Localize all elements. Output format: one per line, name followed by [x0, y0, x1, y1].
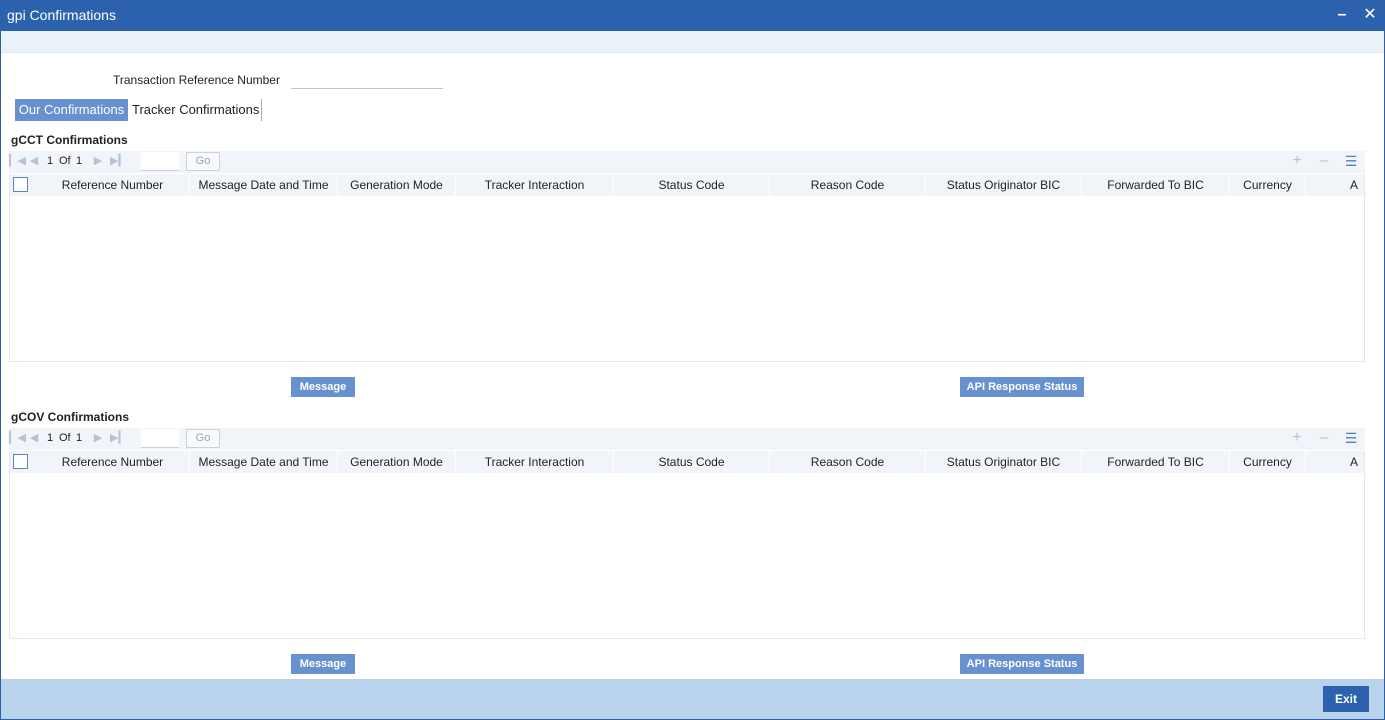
gcct-section-title: gCCT Confirmations [11, 133, 128, 147]
gcct-api-response-status-button[interactable]: API Response Status [960, 377, 1084, 397]
gcov-go-button[interactable]: Go [186, 429, 220, 448]
gcov-pager: ▎◀ ◀ 1 Of 1 ▶ ▶▎ Go + – ☰ [9, 428, 1365, 450]
list-view-icon[interactable]: ☰ [1343, 153, 1359, 170]
footer-bar [1, 679, 1384, 719]
gcov-of-label: Of [59, 432, 71, 444]
column-header[interactable]: Message Date and Time [190, 174, 338, 196]
tab-our-confirmations[interactable]: Our Confirmations [15, 99, 128, 121]
column-header[interactable]: Status Code [614, 174, 770, 196]
gcct-message-button[interactable]: Message [291, 377, 355, 397]
gcct-grid-header: Reference Number Message Date and Time G… [10, 174, 1364, 196]
column-header[interactable]: Status Originator BIC [926, 174, 1082, 196]
gcov-api-response-status-button[interactable]: API Response Status [960, 654, 1084, 674]
transaction-reference-input[interactable] [291, 69, 443, 89]
gcov-current-page: 1 [47, 432, 54, 444]
column-header[interactable]: Status Code [614, 451, 770, 473]
list-view-icon[interactable]: ☰ [1343, 430, 1359, 447]
gcov-message-button[interactable]: Message [291, 654, 355, 674]
column-header[interactable]: Tracker Interaction [456, 174, 614, 196]
first-page-icon[interactable]: ▎◀ [9, 154, 26, 167]
gcov-select-all-checkbox[interactable] [13, 454, 28, 469]
column-header[interactable]: Tracker Interaction [456, 451, 614, 473]
column-header[interactable]: Message Date and Time [190, 451, 338, 473]
gcov-section-title: gCOV Confirmations [11, 410, 130, 424]
last-page-icon[interactable]: ▶▎ [110, 154, 127, 167]
gcov-total-pages: 1 [76, 432, 83, 444]
column-header[interactable]: Status Originator BIC [926, 451, 1082, 473]
gcct-grid: Reference Number Message Date and Time G… [9, 174, 1365, 362]
gcov-grid-header: Reference Number Message Date and Time G… [10, 451, 1364, 473]
toolbar-strip [1, 31, 1384, 53]
window-title: gpi Confirmations [7, 7, 116, 23]
gcov-grid: Reference Number Message Date and Time G… [9, 451, 1365, 639]
transaction-reference-label: Transaction Reference Number [113, 73, 280, 87]
minimize-icon[interactable]: – [1332, 5, 1352, 25]
next-page-icon[interactable]: ▶ [91, 431, 105, 444]
add-row-icon[interactable]: + [1289, 152, 1305, 170]
gcct-of-label: Of [59, 155, 71, 167]
title-bar: gpi Confirmations – ✕ [1, 1, 1384, 31]
last-page-icon[interactable]: ▶▎ [110, 431, 127, 444]
gcct-total-pages: 1 [76, 155, 83, 167]
add-row-icon[interactable]: + [1289, 429, 1305, 447]
column-header[interactable]: Currency [1230, 174, 1306, 196]
column-header[interactable]: Generation Mode [338, 174, 456, 196]
column-header[interactable]: A [1350, 451, 1364, 473]
gcct-current-page: 1 [47, 155, 54, 167]
column-header[interactable]: Reference Number [36, 174, 190, 196]
first-page-icon[interactable]: ▎◀ [9, 431, 26, 444]
close-icon[interactable]: ✕ [1360, 5, 1380, 25]
next-page-icon[interactable]: ▶ [91, 154, 105, 167]
gcct-page-input[interactable] [141, 152, 179, 171]
column-header[interactable]: Reason Code [770, 174, 926, 196]
gcct-pager: ▎◀ ◀ 1 Of 1 ▶ ▶▎ Go + – ☰ [9, 151, 1365, 173]
delete-row-icon[interactable]: – [1316, 152, 1332, 170]
gcct-select-all-checkbox[interactable] [13, 177, 28, 192]
tab-tracker-confirmations[interactable]: Tracker Confirmations [131, 99, 262, 121]
column-header[interactable]: Currency [1230, 451, 1306, 473]
column-header[interactable]: A [1350, 174, 1364, 196]
column-header[interactable]: Reason Code [770, 451, 926, 473]
previous-page-icon[interactable]: ◀ [27, 154, 41, 167]
column-header[interactable]: Forwarded To BIC [1082, 174, 1230, 196]
exit-button[interactable]: Exit [1323, 686, 1369, 712]
gcov-page-input[interactable] [141, 429, 179, 448]
previous-page-icon[interactable]: ◀ [27, 431, 41, 444]
gcct-go-button[interactable]: Go [186, 152, 220, 171]
column-header[interactable]: Reference Number [36, 451, 190, 473]
column-header[interactable]: Generation Mode [338, 451, 456, 473]
gpi-confirmations-window: gpi Confirmations – ✕ Transaction Refere… [0, 0, 1385, 720]
column-header[interactable]: Forwarded To BIC [1082, 451, 1230, 473]
delete-row-icon[interactable]: – [1316, 429, 1332, 447]
